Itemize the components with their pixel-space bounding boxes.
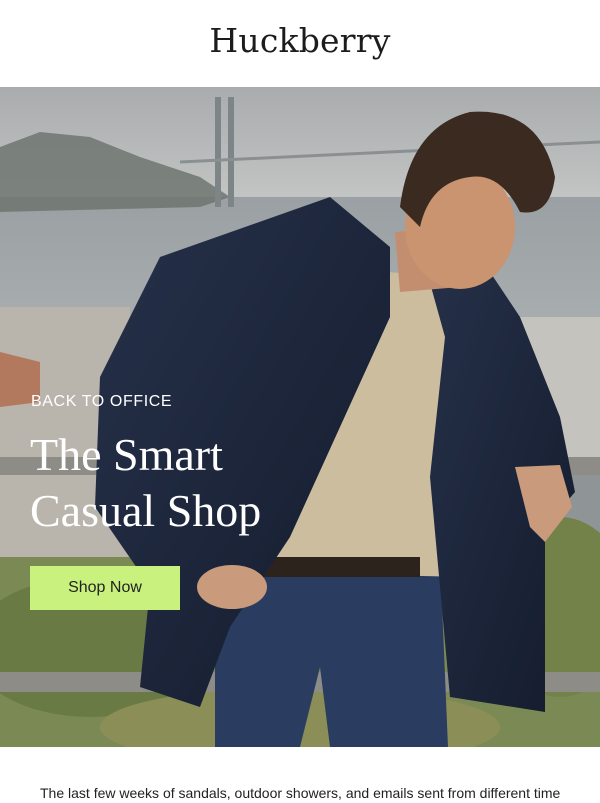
intro-paragraph: The last few weeks of sandals, outdoor s… [40, 785, 561, 801]
hero-kicker: BACK TO OFFICE [31, 393, 173, 410]
email-header: Huckberry [0, 0, 600, 87]
brand-logo[interactable]: Huckberry [209, 21, 390, 60]
hero-banner[interactable]: BACK TO OFFICE The Smart Casual Shop Sho… [0, 87, 600, 747]
hero-headline-line2: Casual Shop [30, 485, 262, 536]
hero-headline: The Smart Casual Shop [30, 427, 350, 539]
shop-now-button[interactable]: Shop Now [30, 566, 180, 610]
hero-headline-line1: The Smart [30, 429, 223, 480]
hero-photo [0, 87, 600, 747]
